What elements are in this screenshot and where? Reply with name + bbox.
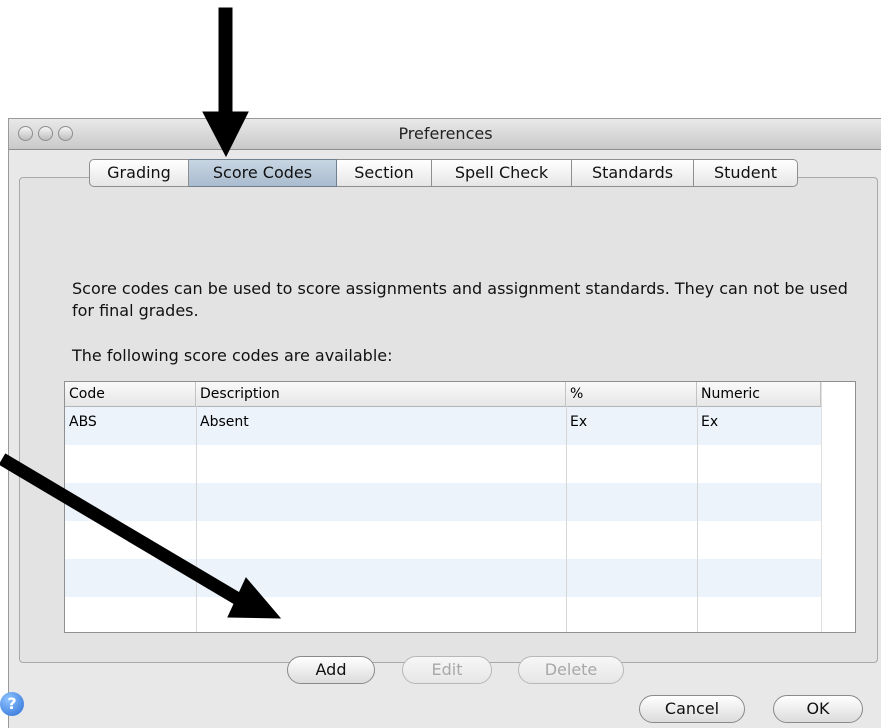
empty-row bbox=[65, 445, 821, 483]
preferences-tabs: Grading Score Codes Section Spell Check … bbox=[89, 159, 798, 187]
column-header-code[interactable]: Code bbox=[65, 382, 196, 406]
empty-row bbox=[65, 559, 821, 597]
empty-row bbox=[65, 483, 821, 521]
column-divider bbox=[697, 406, 698, 632]
cell-percent: Ex bbox=[570, 414, 588, 430]
tab-spell-check[interactable]: Spell Check bbox=[432, 159, 572, 187]
table-header: Code Description % Numeric bbox=[65, 382, 821, 407]
tab-score-codes[interactable]: Score Codes bbox=[189, 159, 337, 187]
column-header-percent[interactable]: % bbox=[566, 382, 697, 406]
title-bar[interactable]: Preferences bbox=[9, 119, 881, 150]
tab-student[interactable]: Student bbox=[694, 159, 798, 187]
tab-standards[interactable]: Standards bbox=[572, 159, 694, 187]
cell-description: Absent bbox=[200, 414, 249, 430]
description-text: Score codes can be used to score assignm… bbox=[72, 279, 848, 320]
tab-content-box: Score codes can be used to score assignm… bbox=[19, 177, 878, 684]
edit-button[interactable]: Edit bbox=[402, 656, 492, 684]
table-row[interactable]: ABS Absent Ex Ex bbox=[65, 407, 821, 445]
preferences-window: Preferences Score codes can be used to s… bbox=[8, 118, 881, 728]
column-divider bbox=[196, 406, 197, 632]
tab-section[interactable]: Section bbox=[337, 159, 432, 187]
available-label: The following score codes are available: bbox=[72, 346, 393, 365]
delete-button[interactable]: Delete bbox=[518, 656, 624, 684]
score-codes-table[interactable]: Code Description % Numeric ABS Absent Ex… bbox=[64, 381, 856, 633]
column-header-numeric[interactable]: Numeric bbox=[697, 382, 821, 406]
cancel-button[interactable]: Cancel bbox=[639, 695, 745, 723]
table-scrollbar[interactable] bbox=[821, 382, 855, 632]
column-header-description[interactable]: Description bbox=[196, 382, 566, 406]
tab-grading[interactable]: Grading bbox=[89, 159, 189, 187]
down-arrow-shaft bbox=[218, 7, 233, 113]
empty-row bbox=[65, 521, 821, 559]
ok-button[interactable]: OK bbox=[773, 695, 863, 723]
window-title: Preferences bbox=[398, 124, 493, 143]
help-icon[interactable]: ? bbox=[0, 692, 24, 716]
column-divider bbox=[566, 406, 567, 632]
add-button[interactable]: Add bbox=[287, 656, 375, 684]
empty-row bbox=[65, 597, 821, 632]
cell-numeric: Ex bbox=[701, 414, 719, 430]
cell-code: ABS bbox=[69, 414, 97, 430]
